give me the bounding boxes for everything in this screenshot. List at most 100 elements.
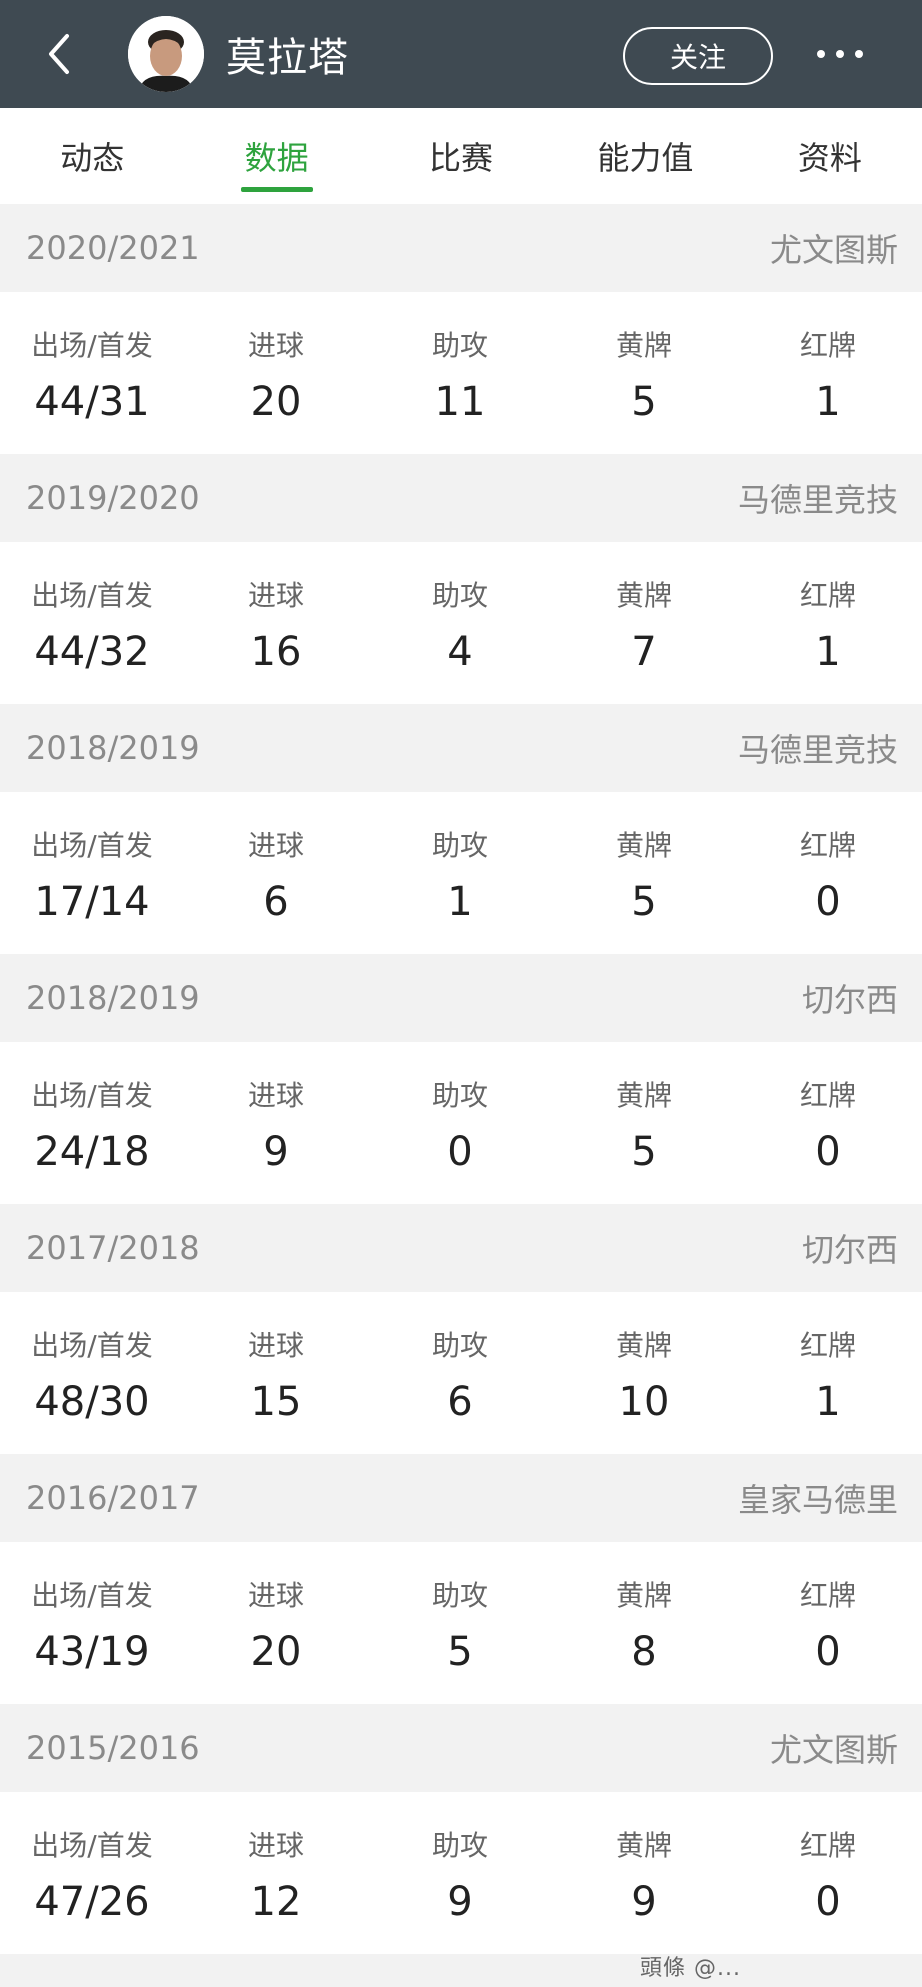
stat-assists: 助攻 9 (368, 1792, 552, 1954)
stat-value: 5 (631, 379, 657, 425)
stat-label: 进球 (247, 1829, 304, 1862)
stat-label: 助攻 (431, 1329, 488, 1362)
season-year: 2015/2016 (26, 1729, 200, 1767)
stat-label: 红牌 (799, 1579, 856, 1612)
follow-button[interactable]: 关注 (623, 27, 773, 85)
back-button[interactable] (24, 0, 94, 108)
stat-label: 助攻 (431, 1579, 488, 1612)
season-header: 2015/2016 尤文图斯 (0, 1704, 922, 1792)
season-year: 2019/2020 (26, 479, 200, 517)
stat-assists: 助攻 1 (368, 792, 552, 954)
stat-value: 5 (631, 1129, 657, 1175)
season-header: 2018/2019 马德里竞技 (0, 704, 922, 792)
season-stats-row: 出场/首发 44/31 进球 20 助攻 11 黄牌 5 红牌 1 (0, 292, 922, 454)
stat-label: 出场/首发 (31, 1079, 153, 1112)
stat-value: 9 (263, 1129, 289, 1175)
watermark: 頭條 @... (640, 1956, 741, 1981)
stat-label: 黄牌 (615, 579, 672, 612)
stat-red-cards: 红牌 0 (736, 1042, 920, 1204)
season-header: 2018/2019 切尔西 (0, 954, 922, 1042)
more-button[interactable] (800, 30, 880, 78)
stat-value: 17/14 (34, 879, 150, 925)
stat-appearances-starts: 出场/首发 43/19 (0, 1542, 184, 1704)
stat-goals: 进球 20 (184, 292, 368, 454)
tab-ratings[interactable]: 能力值 (553, 108, 737, 204)
stat-red-cards: 红牌 1 (736, 542, 920, 704)
stat-appearances-starts: 出场/首发 44/32 (0, 542, 184, 704)
stat-yellow-cards: 黄牌 7 (552, 542, 736, 704)
chevron-left-icon (49, 34, 69, 74)
stat-label: 红牌 (799, 1829, 856, 1862)
stat-label: 红牌 (799, 1079, 856, 1112)
stat-value: 48/30 (34, 1379, 150, 1425)
top-bar: 莫拉塔 关注 (0, 0, 922, 108)
stat-value: 0 (815, 879, 841, 925)
stat-value: 1 (815, 629, 841, 675)
stat-value: 16 (250, 629, 302, 675)
stat-yellow-cards: 黄牌 8 (552, 1542, 736, 1704)
stat-label: 出场/首发 (31, 829, 153, 862)
season-header: 2017/2018 切尔西 (0, 1204, 922, 1292)
season-team: 皇家马德里 (737, 1481, 898, 1519)
stat-value: 9 (447, 1879, 473, 1925)
stat-value: 47/26 (34, 1879, 150, 1925)
stat-label: 进球 (247, 829, 304, 862)
stat-label: 红牌 (799, 579, 856, 612)
stat-label: 进球 (247, 579, 304, 612)
stat-label: 出场/首发 (31, 1829, 153, 1862)
stat-goals: 进球 15 (184, 1292, 368, 1454)
player-avatar-image (128, 16, 204, 92)
stat-assists: 助攻 6 (368, 1292, 552, 1454)
stat-yellow-cards: 黄牌 9 (552, 1792, 736, 1954)
season-stats-row: 出场/首发 43/19 进球 20 助攻 5 黄牌 8 红牌 0 (0, 1542, 922, 1704)
stat-yellow-cards: 黄牌 5 (552, 792, 736, 954)
stat-red-cards: 红牌 0 (736, 1792, 920, 1954)
stat-label: 出场/首发 (31, 1329, 153, 1362)
stat-label: 助攻 (431, 329, 488, 362)
tab-profile[interactable]: 资料 (738, 108, 922, 204)
avatar[interactable] (128, 16, 204, 92)
season-stats-row: 出场/首发 17/14 进球 6 助攻 1 黄牌 5 红牌 0 (0, 792, 922, 954)
stat-value: 12 (250, 1879, 302, 1925)
stat-value: 5 (447, 1629, 473, 1675)
stat-value: 20 (250, 379, 302, 425)
season-team: 马德里竞技 (737, 731, 898, 769)
stat-value: 5 (631, 879, 657, 925)
season-team: 切尔西 (801, 1231, 898, 1269)
stat-label: 红牌 (799, 1329, 856, 1362)
stat-value: 11 (434, 379, 486, 425)
season-team: 切尔西 (801, 981, 898, 1019)
stat-label: 助攻 (431, 829, 488, 862)
season-header: 2016/2017 皇家马德里 (0, 1454, 922, 1542)
stat-label: 黄牌 (615, 1329, 672, 1362)
stat-appearances-starts: 出场/首发 47/26 (0, 1792, 184, 1954)
player-name: 莫拉塔 (226, 35, 349, 81)
season-stats-row: 出场/首发 48/30 进球 15 助攻 6 黄牌 10 红牌 1 (0, 1292, 922, 1454)
stat-label: 红牌 (799, 329, 856, 362)
stat-appearances-starts: 出场/首发 24/18 (0, 1042, 184, 1204)
stat-assists: 助攻 5 (368, 1542, 552, 1704)
stat-label: 出场/首发 (31, 579, 153, 612)
season-team: 尤文图斯 (769, 1731, 898, 1769)
tab-data[interactable]: 数据 (184, 108, 368, 204)
stat-value: 20 (250, 1629, 302, 1675)
stat-value: 4 (447, 629, 473, 675)
season-team: 马德里竞技 (737, 481, 898, 519)
tab-bar: 动态 数据 比赛 能力值 资料 (0, 108, 922, 204)
stat-value: 9 (631, 1879, 657, 1925)
season-stats-row: 出场/首发 47/26 进球 12 助攻 9 黄牌 9 红牌 0 (0, 1792, 922, 1954)
more-dots-icon (817, 50, 863, 58)
stat-goals: 进球 12 (184, 1792, 368, 1954)
stat-value: 43/19 (34, 1629, 150, 1675)
stat-yellow-cards: 黄牌 10 (552, 1292, 736, 1454)
season-year: 2018/2019 (26, 729, 200, 767)
tab-dynamics[interactable]: 动态 (0, 108, 184, 204)
tab-matches[interactable]: 比赛 (369, 108, 553, 204)
stat-red-cards: 红牌 1 (736, 292, 920, 454)
season-stats-row: 出场/首发 44/32 进球 16 助攻 4 黄牌 7 红牌 1 (0, 542, 922, 704)
season-team: 尤文图斯 (769, 231, 898, 269)
stat-label: 助攻 (431, 1079, 488, 1112)
stat-value: 1 (447, 879, 473, 925)
season-stats-row: 出场/首发 24/18 进球 9 助攻 0 黄牌 5 红牌 0 (0, 1042, 922, 1204)
stat-value: 0 (447, 1129, 473, 1175)
